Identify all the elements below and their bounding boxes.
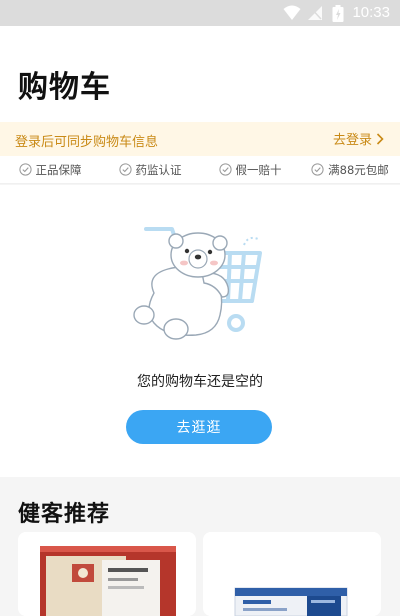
login-link[interactable]: 去登录 [333, 129, 384, 148]
bear-with-cart-illustration [133, 227, 262, 340]
go-shopping-button[interactable]: 去逛逛 [126, 410, 272, 444]
battery-icon [332, 5, 344, 22]
page-title: 购物车 [18, 70, 111, 105]
badge-label: 满88元包邮 [328, 162, 389, 177]
badge-label: 药监认证 [135, 162, 182, 177]
product-image [18, 532, 196, 616]
product-card[interactable] [203, 532, 381, 616]
status-bar: 10:33 [0, 0, 400, 26]
service-badges: 正品保障 药监认证 假一赔十 满88元包邮 [0, 156, 400, 184]
empty-cart-section: 您的购物车还是空的 去逛逛 [0, 185, 400, 477]
badge-certified: 药监认证 [100, 162, 200, 178]
check-circle-icon [311, 163, 324, 176]
wifi-icon [283, 5, 301, 20]
empty-cart-message: 您的购物车还是空的 [137, 374, 263, 390]
product-image [203, 532, 381, 616]
badge-label: 假一赔十 [235, 162, 282, 177]
badge-genuine: 正品保障 [0, 162, 100, 178]
clock: 10:33 [352, 4, 390, 21]
page-header: 购物车 [0, 26, 400, 122]
badge-label: 正品保障 [35, 162, 82, 177]
check-circle-icon [218, 163, 232, 176]
signal-icon [308, 6, 322, 20]
badge-free-shipping: 满88元包邮 [300, 162, 400, 178]
login-link-label: 去登录 [332, 133, 372, 148]
chevron-right-icon [376, 132, 384, 145]
check-circle-icon [118, 163, 132, 176]
login-banner[interactable]: 登录后可同步购物车信息 去登录 [0, 122, 400, 156]
product-card[interactable] [18, 532, 196, 616]
recommend-title: 健客推荐 [18, 502, 111, 527]
badge-compensation: 假一赔十 [200, 162, 300, 178]
login-banner-message: 登录后可同步购物车信息 [15, 135, 159, 150]
check-circle-icon [18, 163, 32, 176]
